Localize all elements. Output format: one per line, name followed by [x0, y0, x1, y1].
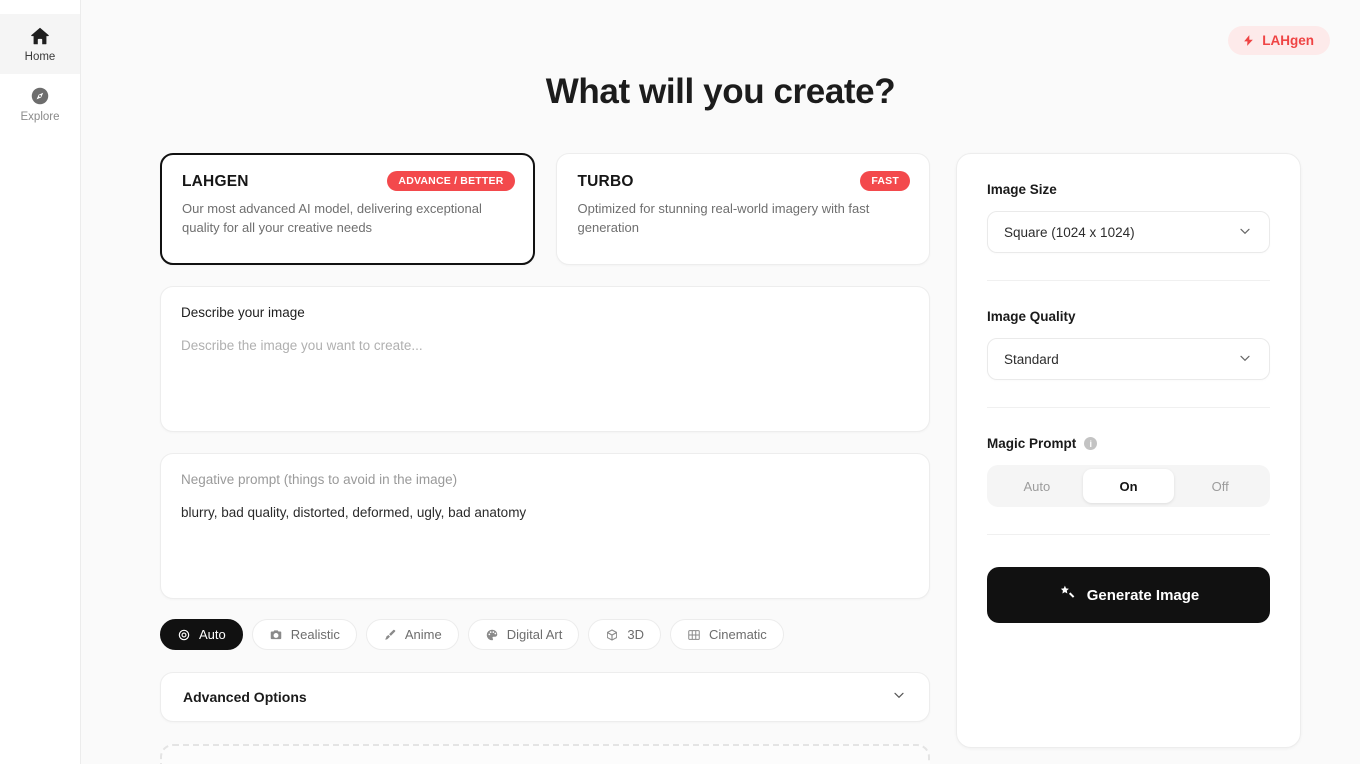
style-chip-label: Digital Art: [506, 627, 563, 642]
home-icon: [29, 25, 51, 47]
prompt-label: Describe your image: [181, 305, 305, 320]
model-selector: LAHGEN ADVANCE / BETTER Our most advance…: [160, 153, 930, 265]
style-chip-label: 3D: [627, 627, 644, 642]
palette-icon: [485, 628, 499, 642]
magic-prompt-label-text: Magic Prompt: [987, 436, 1077, 451]
generate-image-label: Generate Image: [1086, 586, 1200, 604]
style-chip-anime[interactable]: Anime: [365, 619, 459, 650]
camera-icon: [269, 628, 283, 642]
model-card-lahgen[interactable]: LAHGEN ADVANCE / BETTER Our most advance…: [160, 153, 535, 265]
image-size-value: Square (1024 x 1024): [1004, 224, 1135, 240]
style-chip-label: Auto: [199, 627, 226, 642]
lightning-bolt-icon: [1242, 34, 1255, 47]
info-icon[interactable]: i: [1084, 437, 1098, 450]
magic-prompt-segmented-control: Auto On Off: [987, 465, 1270, 507]
negative-prompt-field[interactable]: Negative prompt (things to avoid in the …: [160, 453, 930, 599]
panel-divider: [987, 407, 1270, 408]
brand-badge[interactable]: LAHgen: [1228, 26, 1330, 55]
compass-icon: [29, 85, 51, 107]
style-chip-label: Cinematic: [709, 627, 767, 642]
advanced-options-label: Advanced Options: [183, 689, 307, 705]
prompt-field[interactable]: Describe your image Describe the image y…: [160, 286, 930, 432]
chevron-down-icon: [891, 687, 907, 708]
style-chip-digital-art[interactable]: Digital Art: [467, 619, 580, 650]
sidebar-item-home[interactable]: Home: [0, 14, 80, 74]
right-column: Image Size Square (1024 x 1024) Image Qu…: [956, 153, 1301, 748]
style-chip-3d[interactable]: 3D: [588, 619, 661, 650]
model-badge: FAST: [860, 171, 910, 191]
image-quality-value: Standard: [1004, 351, 1059, 367]
magic-wand-icon: [1058, 584, 1076, 606]
advanced-options-toggle[interactable]: Advanced Options: [160, 672, 930, 722]
style-chip-cinematic[interactable]: Cinematic: [670, 619, 784, 650]
settings-panel: Image Size Square (1024 x 1024) Image Qu…: [956, 153, 1301, 748]
style-chip-auto[interactable]: Auto: [160, 619, 243, 650]
magic-prompt-option-on[interactable]: On: [1082, 469, 1175, 503]
style-chips: Auto Realistic Anime Digital Art 3D Cine…: [160, 619, 930, 650]
magic-prompt-option-off[interactable]: Off: [1174, 469, 1266, 503]
model-badge: ADVANCE / BETTER: [387, 171, 515, 191]
magic-prompt-label: Magic Prompt i: [987, 436, 1270, 451]
style-chip-label: Realistic: [290, 627, 340, 642]
image-size-select[interactable]: Square (1024 x 1024): [987, 211, 1270, 253]
film-icon: [687, 628, 701, 642]
cube-icon: [605, 628, 619, 642]
image-size-label: Image Size: [987, 182, 1057, 197]
panel-divider: [987, 534, 1270, 535]
image-quality-select[interactable]: Standard: [987, 338, 1270, 380]
model-description: Optimized for stunning real-world imager…: [577, 201, 870, 235]
style-chip-realistic[interactable]: Realistic: [251, 619, 357, 650]
topbar: LAHgen: [81, 0, 1360, 80]
model-card-turbo[interactable]: TURBO FAST Optimized for stunning real-w…: [555, 153, 930, 265]
brand-badge-label: LAHgen: [1262, 33, 1314, 48]
negative-prompt-label: Negative prompt (things to avoid in the …: [181, 472, 458, 487]
chevron-down-icon: [1237, 223, 1253, 242]
sidebar-item-label: Home: [24, 50, 56, 63]
content-columns: LAHGEN ADVANCE / BETTER Our most advance…: [81, 112, 1360, 764]
magic-prompt-option-auto[interactable]: Auto: [991, 469, 1083, 503]
generate-image-button[interactable]: Generate Image: [987, 567, 1270, 623]
sidebar: Home Explore: [0, 0, 81, 764]
sidebar-item-label: Explore: [20, 110, 60, 123]
model-name: TURBO: [577, 173, 634, 190]
style-chip-label: Anime: [404, 627, 442, 642]
chevron-down-icon: [1237, 350, 1253, 369]
target-icon: [177, 628, 191, 642]
paintbrush-icon: [383, 628, 397, 642]
model-description: Our most advanced AI model, delivering e…: [182, 201, 482, 235]
panel-divider: [987, 280, 1270, 281]
prompt-placeholder: Describe the image you want to create...: [181, 338, 423, 353]
left-column: LAHGEN ADVANCE / BETTER Our most advance…: [160, 153, 930, 764]
main-area: LAHgen What will you create? LAHGEN ADVA…: [81, 0, 1360, 764]
image-upload-dropzone[interactable]: [160, 744, 930, 764]
image-quality-label: Image Quality: [987, 309, 1076, 324]
page-title: What will you create?: [545, 72, 896, 111]
negative-prompt-value: blurry, bad quality, distorted, deformed…: [181, 505, 527, 520]
app-root: Home Explore LAHgen What will you create…: [0, 0, 1360, 764]
sidebar-item-explore[interactable]: Explore: [0, 74, 80, 134]
